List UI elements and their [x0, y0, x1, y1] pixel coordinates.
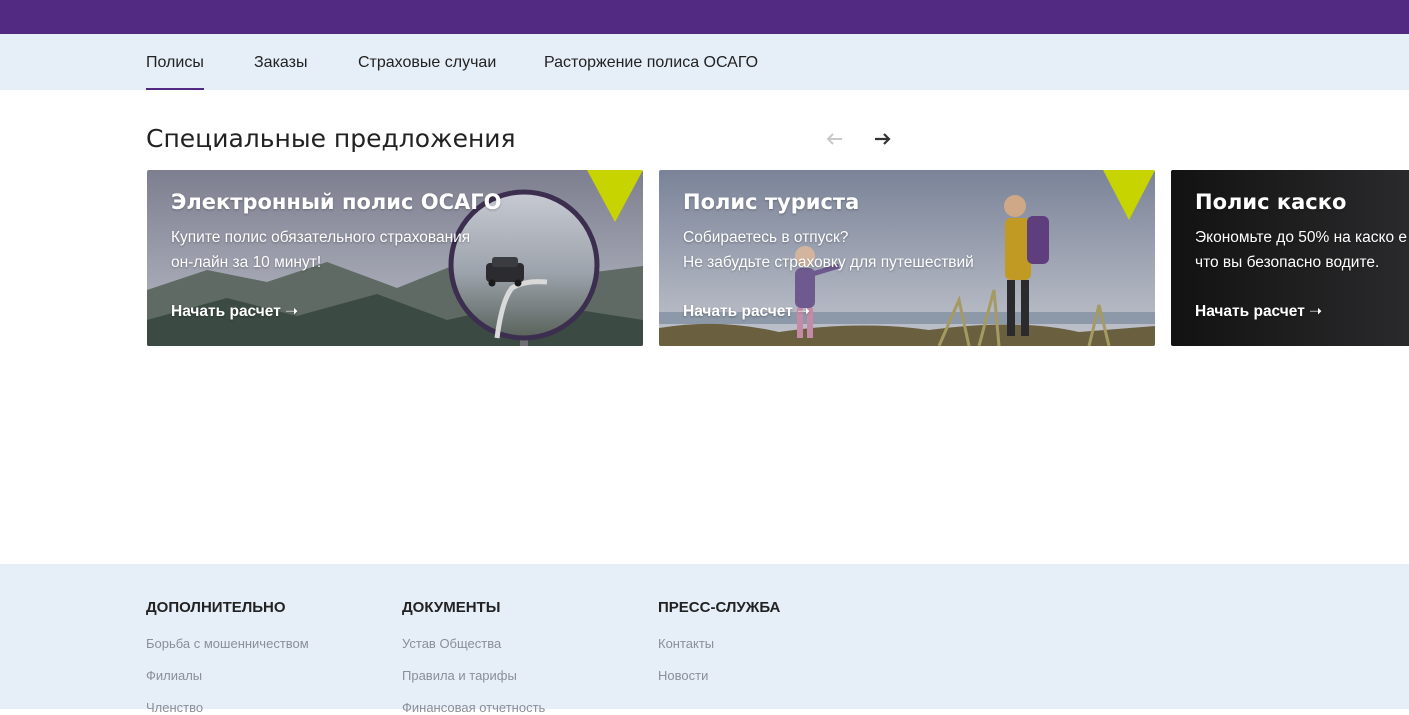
offer-card-text-line: Экономьте до 50% на каско е	[1195, 229, 1408, 246]
tab-orders[interactable]: Заказы	[254, 34, 307, 90]
start-calculation-link[interactable]: Начать расчет ➝	[683, 302, 810, 321]
offer-card-text-line: Собираетесь в отпуск?	[683, 229, 849, 246]
offer-card-title: Полис туриста	[683, 190, 860, 214]
carousel-next-button[interactable]	[869, 126, 895, 152]
footer-link[interactable]: Контакты	[658, 636, 714, 651]
footer-link[interactable]: Финансовая отчетность	[402, 700, 545, 715]
tab-insurance-cases[interactable]: Страховые случаи	[358, 34, 496, 90]
footer-link[interactable]: Устав Общества	[402, 636, 501, 651]
offer-card-text-line: Не забудьте страховку для путешествий	[683, 254, 974, 271]
footer-link[interactable]: Правила и тарифы	[402, 668, 517, 683]
offer-card-text-line: что вы безопасно водите.	[1195, 254, 1380, 271]
offer-card-text-line: Купите полис обязательного страхования	[171, 229, 471, 246]
offer-card-title: Электронный полис ОСАГО	[171, 190, 502, 214]
tabs-nav: Полисы Заказы Страховые случаи Расторжен…	[0, 34, 1409, 90]
footer-heading: ДОКУМЕНТЫ	[402, 599, 501, 616]
offer-card-tourist[interactable]: Полис туриста Собираетесь в отпуск? Не з…	[659, 170, 1155, 346]
footer-link[interactable]: Членство	[146, 700, 203, 715]
footer-heading: ДОПОЛНИТЕЛЬНО	[146, 599, 286, 616]
top-brand-bar	[0, 0, 1409, 34]
start-calculation-link[interactable]: Начать расчет ➝	[171, 302, 298, 321]
section-title: Специальные предложения	[146, 124, 516, 153]
footer-link[interactable]: Филиалы	[146, 668, 202, 683]
arrow-left-icon	[826, 133, 842, 145]
tab-osago-termination[interactable]: Расторжение полиса ОСАГО	[544, 34, 758, 90]
footer-link[interactable]: Борьба с мошенничеством	[146, 636, 309, 651]
carousel-prev-button[interactable]	[822, 126, 848, 152]
footer: ДОПОЛНИТЕЛЬНО Борьба с мошенничеством Фи…	[0, 564, 1409, 715]
tab-policies[interactable]: Полисы	[146, 34, 204, 90]
offer-card-title: Полис каско	[1195, 190, 1347, 214]
promo-corner-badge	[587, 170, 643, 222]
arrow-right-icon	[875, 133, 891, 145]
start-calculation-link[interactable]: Начать расчет ➝	[1195, 302, 1322, 321]
promo-corner-badge	[1103, 170, 1155, 220]
footer-link[interactable]: Новости	[658, 668, 708, 683]
footer-heading: ПРЕСС-СЛУЖБА	[658, 599, 781, 616]
offer-card-osago[interactable]: Электронный полис ОСАГО Купите полис обя…	[147, 170, 643, 346]
offer-card-text-line: он-лайн за 10 минут!	[171, 254, 322, 271]
offer-card-kasko[interactable]: Полис каско Экономьте до 50% на каско е …	[1171, 170, 1409, 346]
